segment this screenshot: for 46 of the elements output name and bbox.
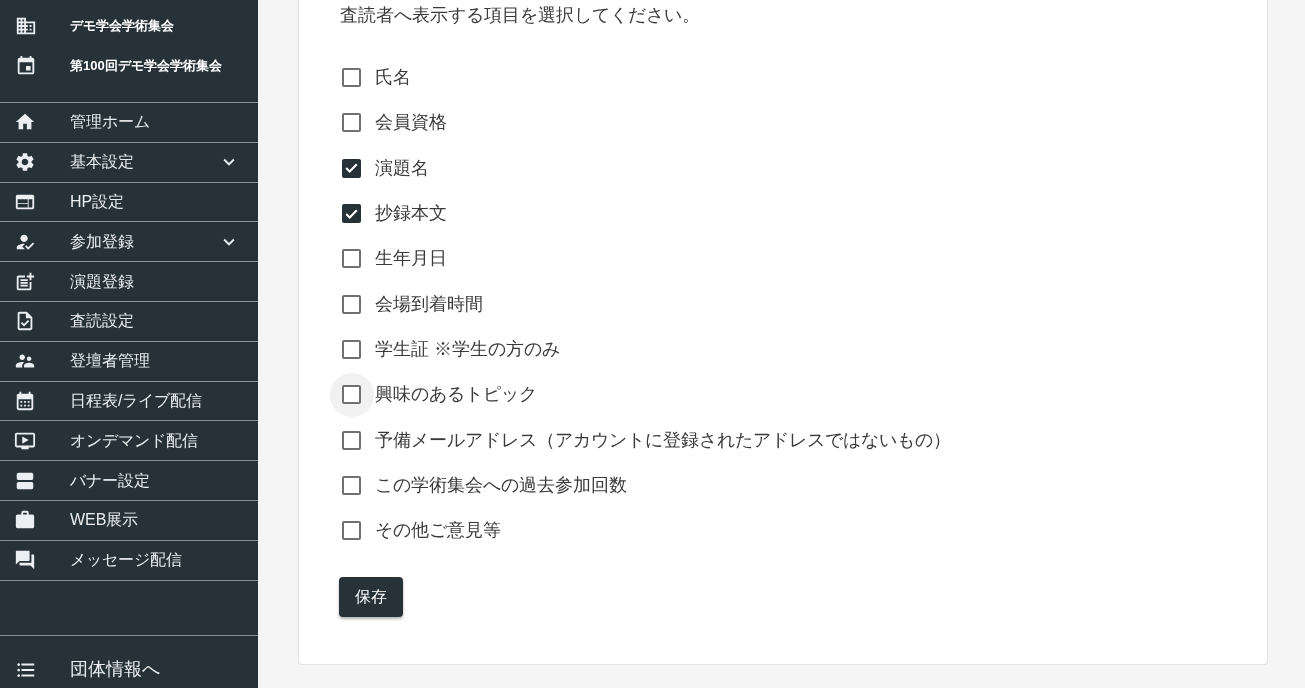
option-label: その他ご意見等	[375, 519, 501, 543]
nav-item[interactable]: メッセージ配信	[0, 540, 258, 581]
nav-item[interactable]: 基本設定	[0, 142, 258, 183]
checkbox[interactable]	[342, 158, 361, 178]
option-label: 抄録本文	[375, 202, 447, 226]
nav-item[interactable]: WEB展示	[0, 500, 258, 541]
checkbox[interactable]	[342, 249, 361, 269]
calendar-icon	[15, 55, 37, 77]
checkbox[interactable]	[342, 521, 361, 541]
save-button[interactable]: 保存	[339, 577, 403, 618]
option-label: この学術集会への過去参加回数	[375, 473, 627, 497]
checkbox[interactable]	[342, 294, 361, 314]
checkbox[interactable]	[342, 339, 361, 359]
checkmark-icon	[345, 208, 358, 219]
checkbox[interactable]	[342, 204, 361, 224]
note-add-icon	[14, 270, 36, 293]
nav-item[interactable]: 参加登録	[0, 222, 258, 263]
instruction-text: 査読者へ表示する項目を選択してください。	[340, 4, 701, 27]
checkbox[interactable]	[342, 68, 361, 88]
nav-item[interactable]: 団体情報へ	[0, 635, 258, 688]
event-name: 第100回デモ学会学術集会	[70, 57, 222, 76]
organization-name: デモ学会学術集会	[70, 17, 174, 36]
nav-item[interactable]: 演題登録	[0, 262, 258, 302]
nav-item[interactable]: 日程表/ライブ配信	[0, 381, 258, 422]
option-label: 生年月日	[375, 247, 447, 271]
option-label: 学生証 ※学生の方のみ	[375, 337, 560, 361]
checkbox[interactable]	[342, 113, 361, 133]
nav-item[interactable]: オンデマンド配信	[0, 421, 258, 462]
settings-icon	[14, 151, 36, 174]
nav-item[interactable]: バナー設定	[0, 461, 258, 501]
checkmark-icon	[345, 163, 358, 174]
checkbox[interactable]	[342, 430, 361, 450]
building-icon	[15, 15, 37, 37]
option-label: 会場到着時間	[375, 292, 483, 316]
checkbox[interactable]	[342, 385, 361, 405]
calendar-icon	[14, 389, 36, 412]
option-label: 演題名	[375, 156, 429, 180]
nav-item[interactable]: HP設定	[0, 182, 258, 223]
option-label: 予備メールアドレス（アカウントに登録されたアドレスではないもの）	[375, 428, 951, 452]
option-label: 会員資格	[375, 111, 447, 135]
nav-item[interactable]: 査読設定	[0, 302, 258, 342]
nav-item[interactable]: 管理ホーム	[0, 103, 258, 143]
nav-item[interactable]: 登壇者管理	[0, 341, 258, 382]
checkbox[interactable]	[342, 475, 361, 495]
option-label: 氏名	[375, 66, 411, 90]
option-label: 興味のあるトピック	[375, 383, 537, 407]
